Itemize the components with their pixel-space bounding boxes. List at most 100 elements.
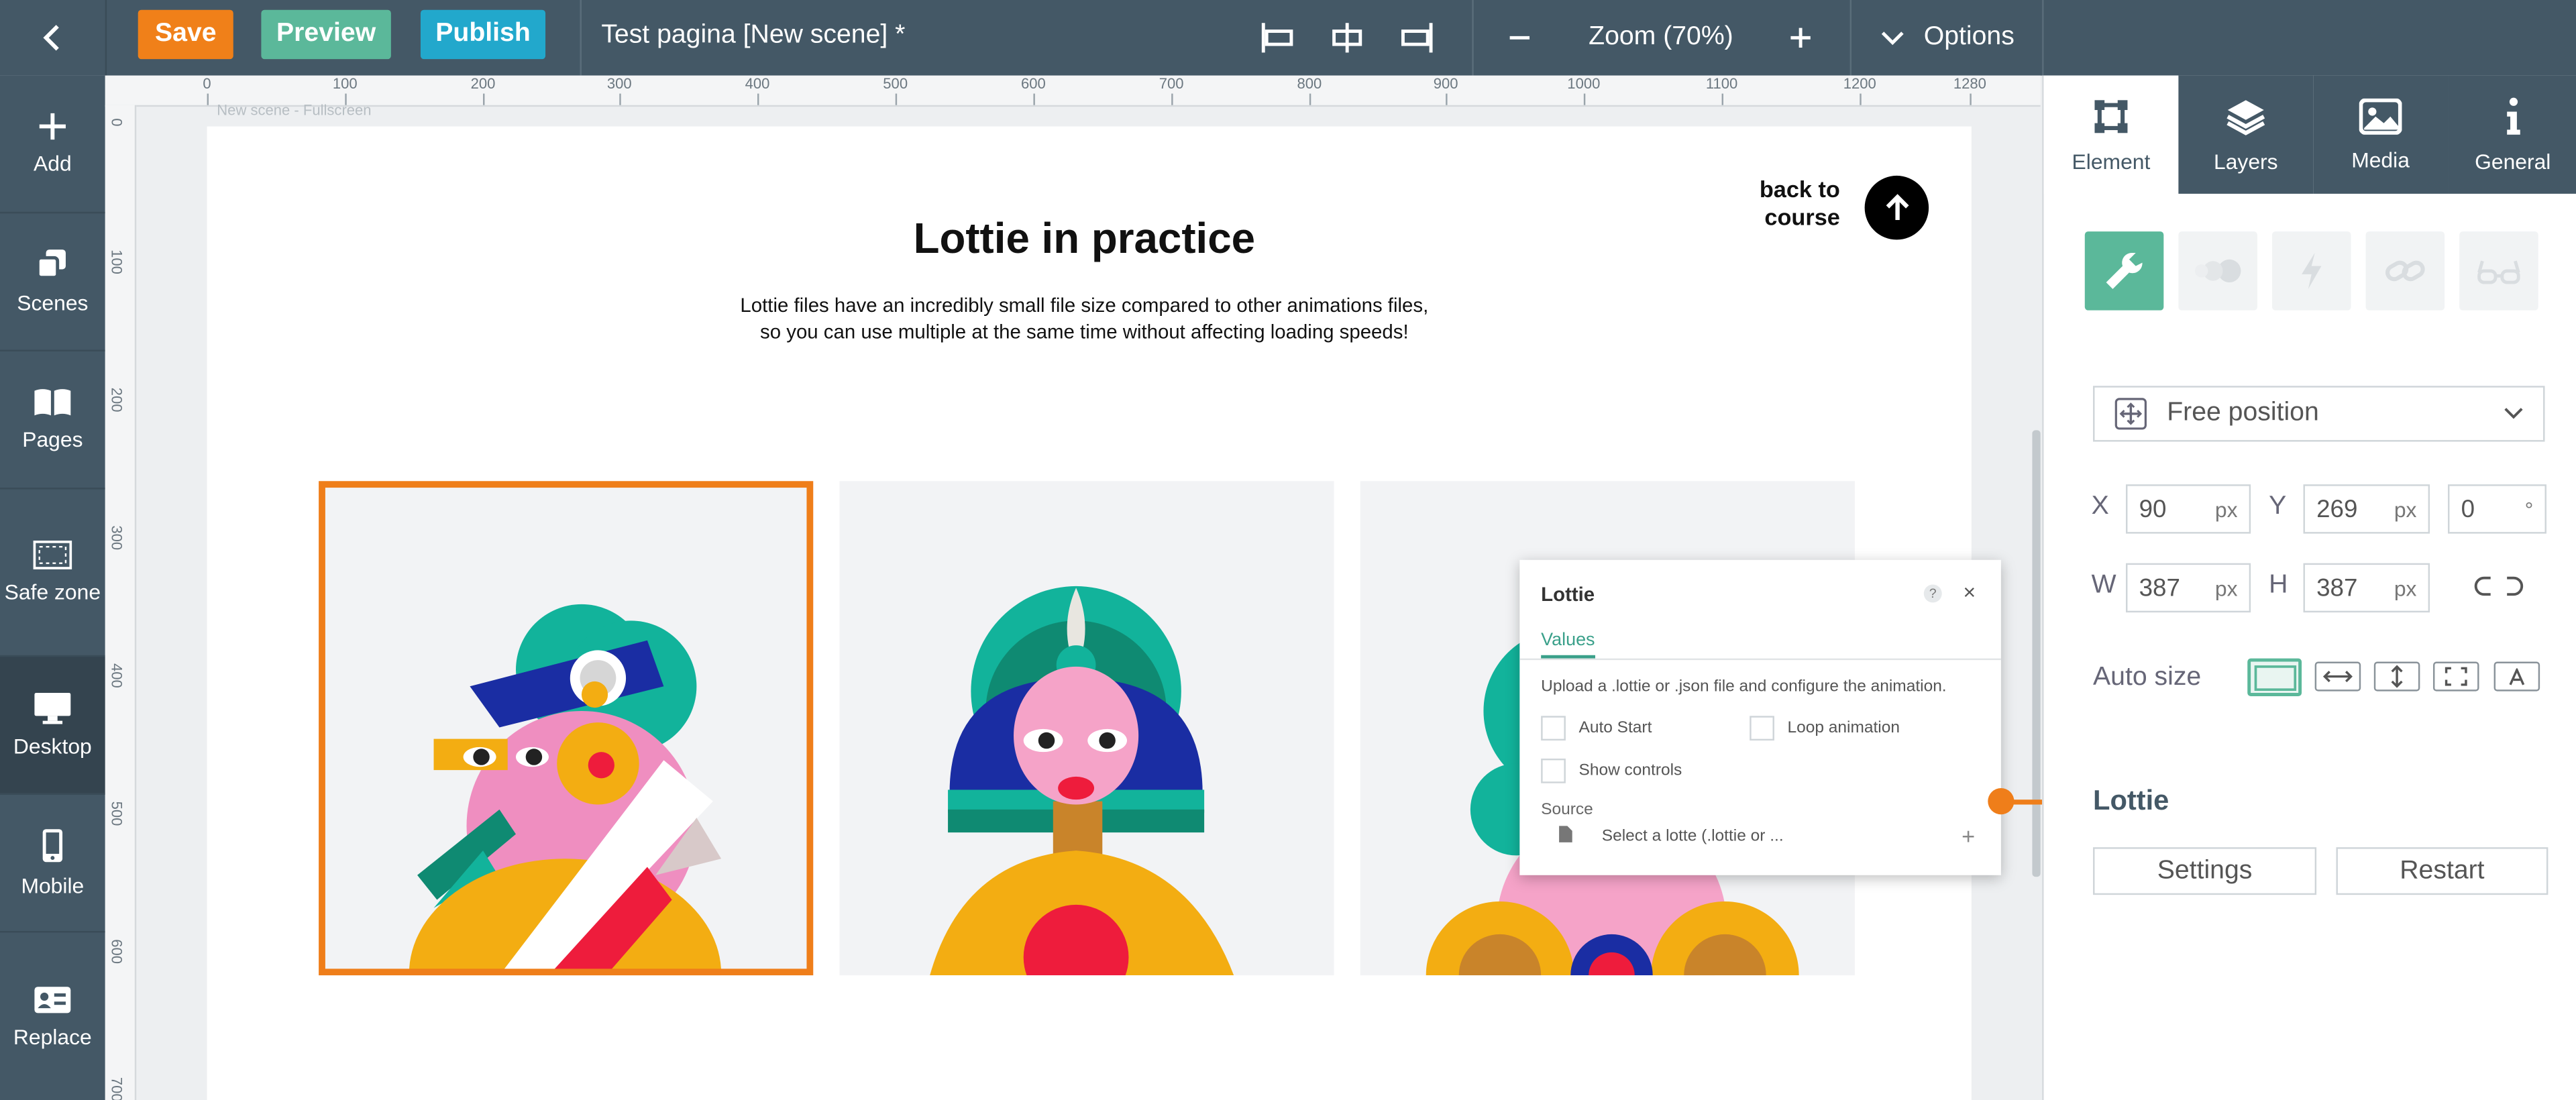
- lightning-icon: [2298, 252, 2324, 291]
- plus-icon: [1788, 25, 1814, 51]
- sidebar-item-desktop[interactable]: Desktop: [0, 657, 105, 795]
- save-button[interactable]: Save: [138, 9, 233, 60]
- auto-size-width-button[interactable]: [2314, 661, 2361, 692]
- minus-icon: [1507, 25, 1533, 51]
- tab-label: General: [2475, 148, 2551, 174]
- w-label: W: [2091, 571, 2116, 600]
- ruler-label: 0: [108, 118, 125, 127]
- options-dropdown[interactable]: Options: [1870, 0, 2042, 76]
- add-source-button[interactable]: +: [1962, 822, 1975, 848]
- publish-button[interactable]: Publish: [420, 9, 546, 60]
- lottie-card-2[interactable]: [839, 481, 1334, 976]
- auto-size-height-button[interactable]: [2373, 661, 2420, 692]
- ruler-tick: [1309, 93, 1311, 105]
- x-label: X: [2091, 492, 2109, 521]
- sidebar-item-add[interactable]: Add: [0, 76, 105, 214]
- desktop-icon: [33, 692, 72, 724]
- tab-layers[interactable]: Layers: [2178, 75, 2314, 194]
- show-controls-checkbox[interactable]: Show controls: [1541, 758, 1682, 783]
- scene-label: New scene - Fullscreen: [217, 101, 372, 119]
- frame-icon: [2253, 664, 2296, 690]
- safe-zone-icon: [33, 540, 72, 569]
- move-icon: [2114, 397, 2147, 430]
- ruler-tick: [1171, 93, 1173, 105]
- y-input[interactable]: 269 px: [2303, 484, 2430, 534]
- loop-animation-checkbox[interactable]: Loop animation: [1750, 716, 1900, 741]
- checkbox-box[interactable]: [1750, 716, 1774, 741]
- tab-label: Layers: [2213, 148, 2278, 174]
- lottie-card-1[interactable]: [319, 481, 814, 976]
- checkbox-label: Loop animation: [1787, 719, 1900, 738]
- checkbox-box[interactable]: [1541, 716, 1566, 741]
- accessibility-button[interactable]: [2459, 231, 2538, 311]
- auto-size-fit-button[interactable]: [2432, 661, 2479, 692]
- paragraph-line: Lottie files have an incredibly small fi…: [740, 294, 1429, 317]
- ruler-label: 300: [606, 75, 632, 93]
- align-center-icon: [1329, 21, 1365, 54]
- y-label: Y: [2269, 492, 2287, 521]
- link-button[interactable]: [2365, 231, 2445, 311]
- chevron-down-icon: [2504, 407, 2523, 421]
- position-mode-select[interactable]: Free position: [2093, 386, 2545, 442]
- lottie-illustration-1: [409, 604, 722, 976]
- ruler-tick: [1583, 93, 1586, 105]
- ruler-label: 500: [108, 801, 125, 826]
- tab-label: Element: [2072, 148, 2151, 174]
- sidebar-item-safe-zone[interactable]: Safe zone: [0, 490, 105, 657]
- sidebar-item-replace[interactable]: Replace: [0, 932, 105, 1100]
- width-input[interactable]: 387 px: [2126, 563, 2251, 613]
- tab-element[interactable]: Element: [2043, 75, 2179, 194]
- source-select[interactable]: Select a lotte (.lottie or ...: [1602, 828, 1784, 846]
- ruler-tick: [1033, 93, 1035, 105]
- zoom-out-button[interactable]: [1492, 0, 1548, 76]
- checkbox-label: Show controls: [1578, 761, 1682, 780]
- ruler-label: 600: [1021, 75, 1046, 93]
- glasses-icon: [2477, 256, 2520, 286]
- back-button[interactable]: [0, 0, 107, 76]
- preview-button[interactable]: Preview: [261, 9, 391, 60]
- document-title: Test pagina [New scene] *: [601, 21, 906, 50]
- checkbox-box[interactable]: [1541, 758, 1566, 783]
- ruler-label: 900: [1433, 75, 1458, 93]
- lottie-settings-button[interactable]: Settings: [2093, 847, 2317, 895]
- sidebar-item-pages[interactable]: Pages: [0, 351, 105, 490]
- align-right-button[interactable]: [1388, 0, 1444, 76]
- align-center-button[interactable]: [1320, 0, 1375, 76]
- animation-button[interactable]: [2178, 231, 2257, 311]
- auto-size-none-button[interactable]: [2247, 658, 2302, 696]
- x-input[interactable]: 90 px: [2126, 484, 2251, 534]
- auto-size-text-button[interactable]: [2493, 661, 2540, 692]
- divider: [1519, 658, 2001, 661]
- help-icon[interactable]: ?: [1923, 584, 1942, 603]
- back-label-line: back to: [1759, 175, 1840, 203]
- ruler-tick: [619, 93, 621, 105]
- lottie-restart-button[interactable]: Restart: [2336, 847, 2548, 895]
- layers-icon: [2224, 96, 2267, 135]
- ruler-tick: [1721, 93, 1724, 105]
- height-value: 387: [2316, 573, 2358, 602]
- tab-general[interactable]: General: [2448, 75, 2576, 194]
- height-input[interactable]: 387 px: [2303, 563, 2430, 613]
- align-left-button[interactable]: [1250, 0, 1306, 76]
- interaction-button[interactable]: [2271, 231, 2351, 311]
- sidebar-item-mobile[interactable]: Mobile: [0, 795, 105, 933]
- tab-media[interactable]: Media: [2313, 75, 2449, 194]
- book-icon: [33, 388, 72, 417]
- horizontal-ruler: 0 100 200 300 400 500 600 700 800 900 10…: [105, 75, 2041, 107]
- media-icon: [2359, 97, 2402, 134]
- rotation-input[interactable]: 0 °: [2448, 484, 2546, 534]
- unlink-aspect-button[interactable]: [2474, 573, 2524, 599]
- settings-wrench-button[interactable]: [2084, 231, 2164, 311]
- canvas-scrollbar[interactable]: [2032, 430, 2041, 877]
- tab-values[interactable]: Values: [1541, 630, 1595, 659]
- x-value: 90: [2139, 495, 2167, 523]
- divider: [2042, 0, 2044, 76]
- top-bar: Save Preview Publish Test pagina [New sc…: [0, 0, 2576, 76]
- zoom-in-button[interactable]: [1772, 0, 1828, 76]
- auto-start-checkbox[interactable]: Auto Start: [1541, 716, 1652, 741]
- lottie-popup: Lottie ? × Values Upload a .lottie or .j…: [1519, 559, 2001, 875]
- ruler-label: 700: [108, 1077, 125, 1100]
- close-icon[interactable]: ×: [1964, 580, 1976, 604]
- page-heading: Lottie in practice: [913, 213, 1256, 263]
- unit-label: px: [2214, 575, 2238, 600]
